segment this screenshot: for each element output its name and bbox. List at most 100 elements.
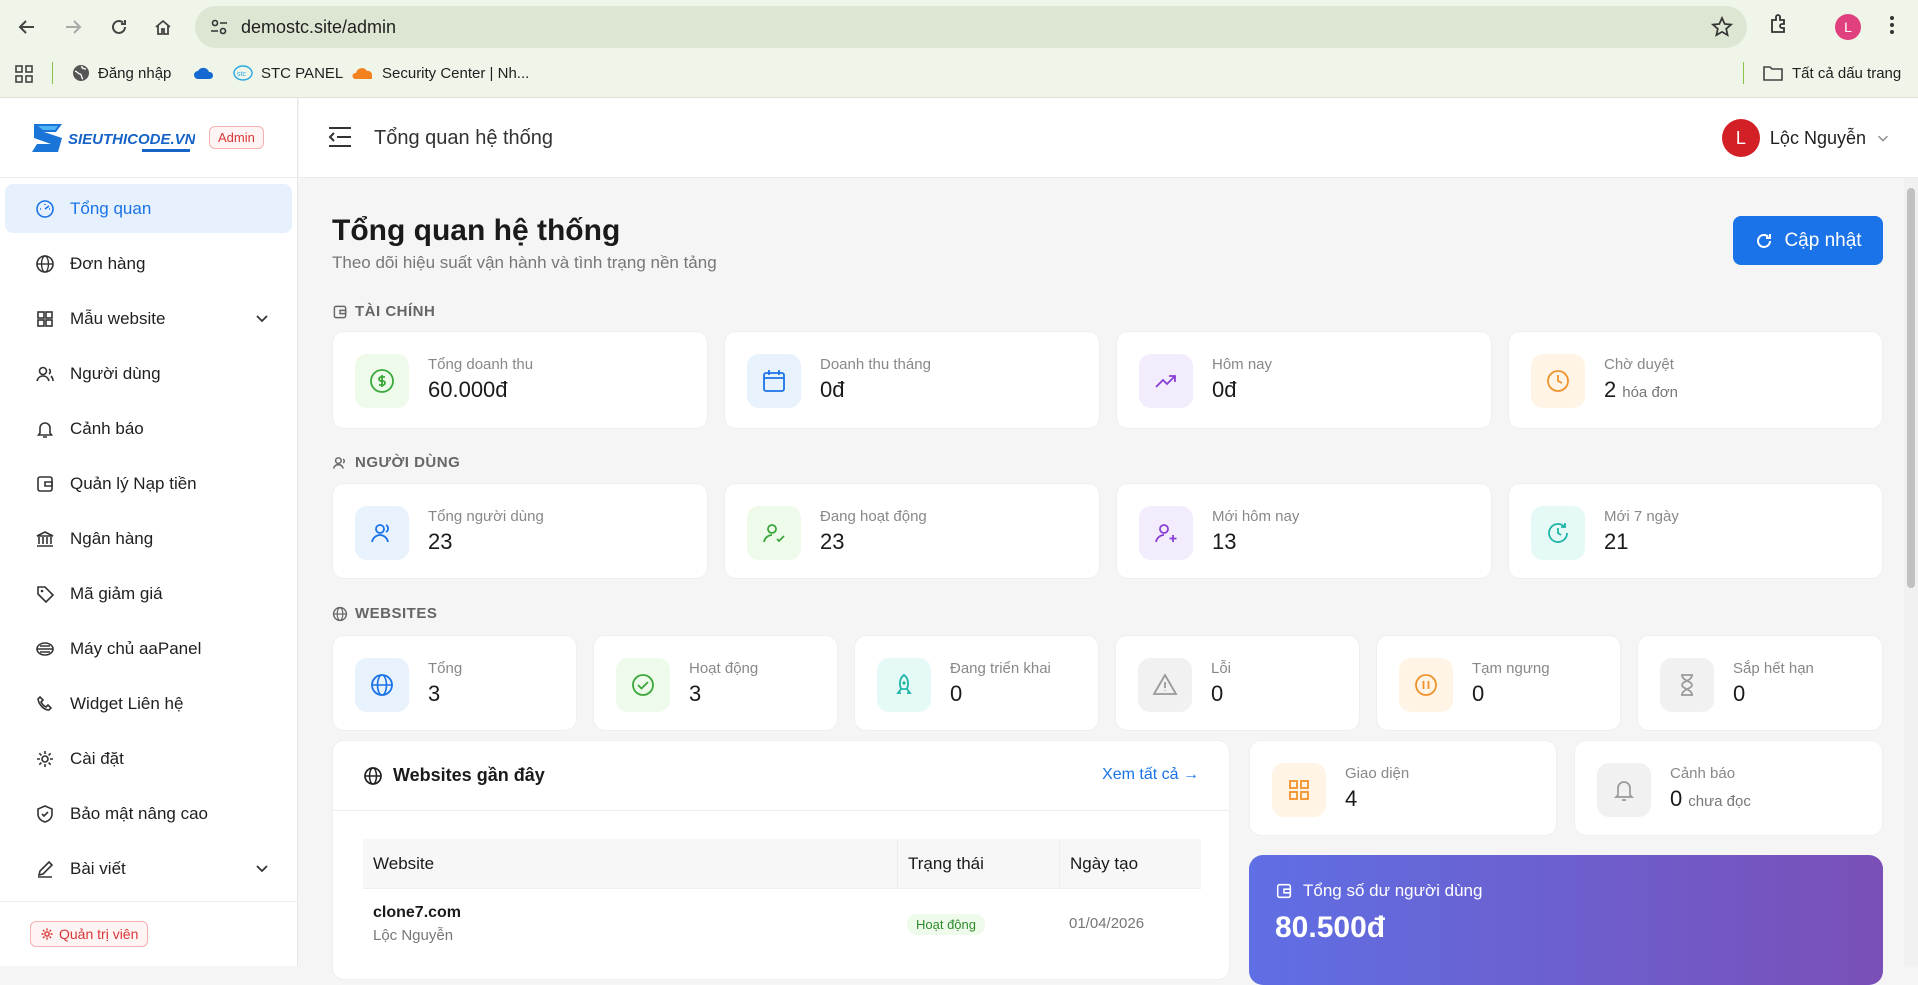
sidebar-item-topup[interactable]: Quản lý Nạp tiền — [5, 459, 292, 508]
top-bar: Tổng quan hệ thống L Lộc Nguyễn — [299, 98, 1918, 178]
column-header-status[interactable]: Trạng thái — [897, 839, 1059, 888]
stat-value: 2 hóa đơn — [1604, 377, 1678, 403]
sidebar-item-alerts[interactable]: Cảnh báo — [5, 404, 292, 453]
browser-chrome: demostc.site/admin L Đăng nhập stc STC P… — [0, 0, 1918, 98]
gear-icon — [41, 928, 53, 940]
sidebar-item-orders[interactable]: Đơn hàng — [5, 239, 292, 288]
site-info-icon[interactable] — [209, 17, 229, 37]
forward-button[interactable] — [58, 12, 88, 42]
profile-avatar[interactable]: L — [1835, 14, 1861, 40]
apps-grid-icon[interactable] — [14, 64, 34, 84]
sidebar-item-overview[interactable]: Tổng quan — [5, 184, 292, 233]
chevron-down-icon[interactable] — [254, 310, 270, 326]
all-bookmarks-button[interactable]: Tất cả dấu trang — [1762, 62, 1901, 84]
bookmark-star-icon[interactable] — [1711, 16, 1733, 38]
grid-icon — [34, 308, 56, 330]
bookmark-stc-panel[interactable]: stc STC PANEL — [233, 62, 343, 84]
sidebar-item-aapanel-servers[interactable]: Máy chủ aaPanel — [5, 624, 292, 673]
site-logo[interactable]: SIEUTHICODE.VN — [30, 116, 195, 160]
reload-icon — [112, 19, 126, 34]
stat-card-total-revenue: Tổng doanh thu 60.000đ — [332, 331, 708, 429]
user-menu[interactable]: L Lộc Nguyễn — [1721, 119, 1890, 157]
column-header-created[interactable]: Ngày tạo — [1059, 839, 1201, 888]
pen-icon — [34, 858, 56, 880]
sidebar-item-coupons[interactable]: Mã giảm giá — [5, 569, 292, 618]
folder-icon — [1763, 66, 1783, 81]
recent-websites-title: Websites gần đây — [393, 765, 545, 785]
stat-value: 3 — [689, 681, 702, 706]
sidebar-item-label: Ngân hàng — [70, 528, 154, 548]
date-cell: 01/04/2026 — [1059, 915, 1201, 933]
stat-value: 0 — [1211, 681, 1224, 706]
gear-icon — [34, 748, 56, 770]
stat-value: 0đ — [1212, 377, 1237, 402]
sidebar-item-advanced-security[interactable]: Bảo mật nâng cao — [5, 789, 292, 838]
see-all-link[interactable]: Xem tất cả → — [1102, 766, 1199, 784]
sidebar-item-settings[interactable]: Cài đặt — [5, 734, 292, 783]
sidebar-item-label: Bài viết — [70, 858, 126, 878]
sidebar-item-posts[interactable]: Bài viết — [5, 844, 292, 893]
hourglass-icon — [1660, 658, 1714, 712]
page-scrollbar[interactable] — [1904, 178, 1918, 966]
reload-button[interactable] — [104, 12, 134, 42]
refresh-button[interactable]: Cập nhật — [1733, 216, 1883, 265]
stat-label: Hôm nay — [1212, 356, 1273, 373]
url-text[interactable]: demostc.site/admin — [241, 17, 396, 38]
clock-icon — [1531, 354, 1585, 408]
sidebar-item-label: Cảnh báo — [70, 418, 144, 438]
stat-value: 13 — [1212, 529, 1237, 554]
sidebar-item-contact-widget[interactable]: Widget Liên hệ — [5, 679, 292, 728]
stat-label: Lỗi — [1211, 660, 1232, 677]
status-cell: Hoạt động — [897, 913, 1059, 935]
users-icon — [355, 506, 409, 560]
column-header-website[interactable]: Website — [363, 839, 897, 888]
bookmark-login[interactable]: Đăng nhập — [72, 62, 171, 84]
stat-value: 21 — [1604, 529, 1629, 554]
address-bar[interactable]: demostc.site/admin — [195, 6, 1747, 48]
status-badge: Hoạt động — [907, 913, 985, 935]
stat-card-websites-expiring: Sắp hết hạn 0 — [1637, 635, 1883, 731]
home-button[interactable] — [148, 12, 178, 42]
stat-value: 0đ — [820, 377, 845, 402]
sidebar-item-banks[interactable]: Ngân hàng — [5, 514, 292, 563]
sidebar-item-label: Tổng quan — [70, 198, 152, 218]
stat-card-active-users: Đang hoạt động 23 — [724, 483, 1100, 579]
table-header: Website Trạng thái Ngày tạo — [363, 839, 1201, 889]
stat-label: Giao diện — [1345, 765, 1410, 782]
trending-up-icon — [1139, 354, 1193, 408]
table-row[interactable]: clone7.com Lộc Nguyễn Hoạt động 01/04/20… — [363, 889, 1201, 959]
section-title: WEBSITES — [355, 605, 438, 622]
pause-circle-icon — [1399, 658, 1453, 712]
website-domain[interactable]: clone7.com — [373, 904, 897, 922]
page-title: Tổng quan hệ thống — [332, 214, 621, 247]
stat-label: Đang triển khai — [950, 660, 1051, 677]
stc-icon: stc — [233, 65, 253, 81]
menu-toggle-icon[interactable] — [327, 126, 353, 148]
extensions-icon[interactable] — [1767, 12, 1791, 36]
sidebar: SIEUTHICODE.VN Admin Tổng quan Đơn hàng … — [0, 98, 298, 966]
sidebar-item-users[interactable]: Người dùng — [5, 349, 292, 398]
globe-icon — [355, 658, 409, 712]
sidebar-item-label: Máy chủ aaPanel — [70, 638, 202, 658]
bookmark-onedrive[interactable] — [193, 62, 223, 84]
stat-card-new-today: Mới hôm nay 13 — [1116, 483, 1492, 579]
bookmarks-separator — [1743, 62, 1744, 84]
browser-menu-icon[interactable] — [1880, 13, 1904, 37]
rocket-icon — [877, 658, 931, 712]
stat-value: 3 — [428, 681, 441, 706]
bookmark-security-center[interactable]: Security Center | Nh... — [352, 62, 529, 84]
sidebar-item-website-templates[interactable]: Mẫu website — [5, 294, 292, 343]
main-content: Tổng quan hệ thống Theo dõi hiệu suất vậ… — [299, 178, 1918, 985]
sidebar-item-label: Bảo mật nâng cao — [70, 803, 208, 823]
user-name: Lộc Nguyễn — [1769, 127, 1866, 148]
sidebar-item-label: Người dùng — [70, 363, 161, 383]
user-plus-icon — [1139, 506, 1193, 560]
scrollbar-thumb[interactable] — [1907, 188, 1915, 588]
bookmark-label: Đăng nhập — [98, 64, 172, 82]
refresh-icon — [1757, 233, 1772, 248]
balance-value: 80.500đ — [1275, 911, 1386, 944]
stat-label: Chờ duyệt — [1604, 356, 1674, 373]
wallet-icon — [1276, 883, 1292, 899]
chevron-down-icon[interactable] — [254, 860, 270, 876]
back-button[interactable] — [12, 12, 42, 42]
